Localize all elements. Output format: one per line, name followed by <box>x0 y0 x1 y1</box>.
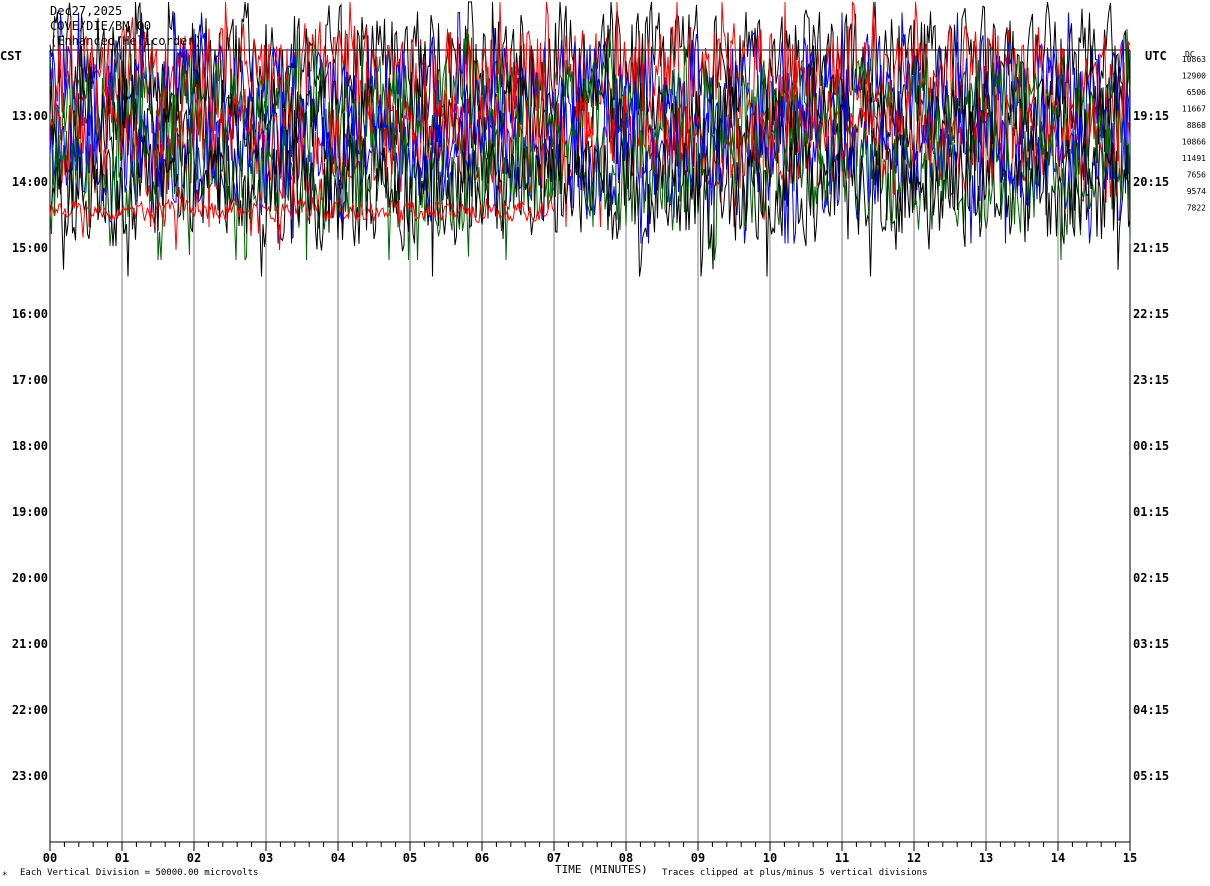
header-subtitle: (Enhanced/Helicorder) <box>50 34 202 48</box>
corner-mark: * <box>2 871 7 881</box>
right-time-label: 01:15 <box>1133 505 1169 519</box>
scale-note: Each Vertical Division = 50000.00 microv… <box>20 868 258 878</box>
x-tick-label: 04 <box>331 851 345 865</box>
x-tick-label: 03 <box>259 851 273 865</box>
x-axis-title: TIME (MINUTES) <box>555 863 648 876</box>
right-time-label: 23:15 <box>1133 373 1169 387</box>
right-time-label: 22:15 <box>1133 307 1169 321</box>
left-timezone-label: CST <box>0 49 22 63</box>
left-time-label: 15:00 <box>12 241 48 255</box>
right-timezone-label: UTC <box>1145 49 1167 63</box>
left-time-label: 18:00 <box>12 439 48 453</box>
dc-value-label: 7822 <box>1187 204 1206 213</box>
x-tick-label: 02 <box>187 851 201 865</box>
x-tick-label: 13 <box>979 851 993 865</box>
right-time-label: 03:15 <box>1133 637 1169 651</box>
right-time-label: 19:15 <box>1133 109 1169 123</box>
right-time-label: 20:15 <box>1133 175 1169 189</box>
x-tick-label: 00 <box>43 851 57 865</box>
helicorder-chart: Dec27,2025 COVE/DIE/BM 00 (Enhanced/Heli… <box>0 0 1210 886</box>
x-tick-label: 10 <box>763 851 777 865</box>
x-tick-label: 11 <box>835 851 849 865</box>
x-tick-label: 05 <box>403 851 417 865</box>
right-time-label: 00:15 <box>1133 439 1169 453</box>
right-time-label: 02:15 <box>1133 571 1169 585</box>
right-time-label: 21:15 <box>1133 241 1169 255</box>
left-time-label: 19:00 <box>12 505 48 519</box>
x-tick-label: 09 <box>691 851 705 865</box>
dc-value-label: 10866 <box>1182 138 1206 147</box>
right-time-label: 04:15 <box>1133 703 1169 717</box>
x-tick-label: 15 <box>1123 851 1137 865</box>
left-time-label: 13:00 <box>12 109 48 123</box>
header-station: COVE/DIE/BM 00 <box>50 19 151 33</box>
dc-value-label: 8868 <box>1187 121 1206 130</box>
left-time-label: 17:00 <box>12 373 48 387</box>
left-time-label: 22:00 <box>12 703 48 717</box>
left-time-label: 14:00 <box>12 175 48 189</box>
left-time-label: 23:00 <box>12 769 48 783</box>
x-tick-label: 14 <box>1051 851 1065 865</box>
right-time-label: 05:15 <box>1133 769 1169 783</box>
dc-value-label: 7656 <box>1187 171 1206 180</box>
dc-value-label: 10863 <box>1182 55 1206 64</box>
left-time-label: 21:00 <box>12 637 48 651</box>
left-time-label: 20:00 <box>12 571 48 585</box>
x-tick-label: 12 <box>907 851 921 865</box>
header-date: Dec27,2025 <box>50 4 122 18</box>
dc-value-label: 11491 <box>1182 154 1206 163</box>
x-tick-label: 06 <box>475 851 489 865</box>
dc-value-label: 11667 <box>1182 105 1206 114</box>
dc-value-label: 6506 <box>1187 88 1206 97</box>
left-time-label: 16:00 <box>12 307 48 321</box>
x-tick-label: 01 <box>115 851 129 865</box>
dc-value-label: 9574 <box>1187 187 1206 196</box>
dc-value-label: 12900 <box>1182 72 1206 81</box>
clip-note: Traces clipped at plus/minus 5 vertical … <box>662 868 928 878</box>
